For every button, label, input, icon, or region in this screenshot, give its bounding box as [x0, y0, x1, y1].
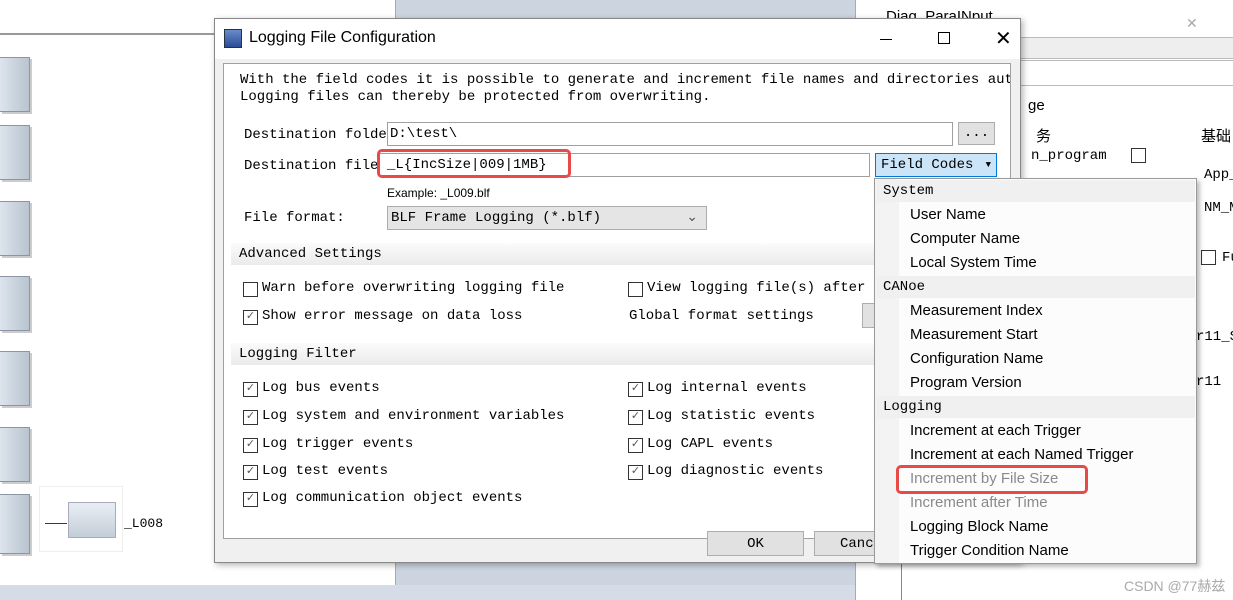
- group-title: 务: [1036, 128, 1052, 145]
- block-label: _L008: [124, 516, 164, 531]
- checkbox-label: Log bus events: [262, 380, 380, 396]
- label: ge: [1028, 97, 1045, 114]
- filter-checkbox[interactable]: ✓: [243, 410, 258, 425]
- menu-group-header: System: [877, 180, 1195, 202]
- filter-checkbox[interactable]: ✓: [243, 465, 258, 480]
- menu-item-increment-after-time[interactable]: Increment after Time: [910, 491, 1048, 515]
- block-tile[interactable]: [0, 427, 30, 482]
- label: Fu: [1222, 250, 1233, 266]
- menu-item-logging-block-name[interactable]: Logging Block Name: [910, 515, 1048, 539]
- block-tile[interactable]: [0, 57, 30, 112]
- dialog-title: Logging File Configuration: [249, 29, 436, 46]
- menu-item-trigger-condition-name[interactable]: Trigger Condition Name: [910, 539, 1069, 563]
- highlight-box: [896, 465, 1088, 494]
- menu-item-configuration-name[interactable]: Configuration Name: [910, 347, 1043, 371]
- destination-folder-input[interactable]: D:\test\: [387, 122, 953, 146]
- checkbox-label: Log communication object events: [262, 490, 523, 506]
- logging-block[interactable]: [39, 486, 123, 552]
- field-codes-button[interactable]: Field Codes ▼: [875, 153, 997, 177]
- chevron-down-icon: ⌄: [686, 210, 698, 226]
- field-codes-label: Field Codes: [881, 157, 974, 173]
- filter-checkbox[interactable]: ✓: [243, 382, 258, 397]
- label: n_program: [1031, 148, 1107, 164]
- minimize-icon[interactable]: [880, 39, 892, 40]
- menu-item-increment-named-trigger[interactable]: Increment at each Named Trigger: [910, 443, 1133, 467]
- highlight-box: [377, 149, 571, 178]
- checkbox-label: Log trigger events: [262, 436, 414, 452]
- global-format-label: Global format settings: [629, 308, 814, 324]
- show-error-checkbox[interactable]: ✓: [243, 310, 258, 325]
- block-tile[interactable]: [0, 351, 30, 406]
- example-text: Example: _L009.blf: [387, 186, 490, 200]
- close-icon[interactable]: ✕: [1186, 16, 1198, 33]
- file-format-value: BLF Frame Logging (*.blf): [391, 210, 602, 226]
- checkbox-label: Log diagnostic events: [647, 463, 824, 479]
- field-codes-menu: System User Name Computer Name Local Sys…: [874, 178, 1197, 564]
- label: App_: [1204, 167, 1233, 183]
- block-tile[interactable]: [0, 276, 30, 331]
- checkbox-label: Warn before overwriting logging file: [262, 280, 565, 296]
- menu-item-measurement-start[interactable]: Measurement Start: [910, 323, 1038, 347]
- menu-item-user-name[interactable]: User Name: [910, 203, 986, 227]
- dropdown-arrow-icon: ▼: [985, 160, 991, 170]
- block-tile[interactable]: [0, 201, 30, 256]
- checkbox[interactable]: [1131, 148, 1146, 163]
- menu-item-computer-name[interactable]: Computer Name: [910, 227, 1020, 251]
- checkbox-label: Log system and environment variables: [262, 408, 565, 424]
- warn-overwrite-checkbox[interactable]: [243, 282, 258, 297]
- maximize-icon[interactable]: [938, 32, 950, 44]
- menu-item-program-version[interactable]: Program Version: [910, 371, 1022, 395]
- checkbox-label: Log CAPL events: [647, 436, 774, 452]
- menu-item-measurement-index[interactable]: Measurement Index: [910, 299, 1043, 323]
- block-tile[interactable]: [0, 125, 30, 180]
- file-format-label: File format:: [244, 210, 345, 226]
- description-text: With the field codes it is possible to g…: [240, 72, 1010, 88]
- filter-checkbox[interactable]: ✓: [243, 492, 258, 507]
- menu-item-local-system-time[interactable]: Local System Time: [910, 251, 1037, 275]
- filter-checkbox[interactable]: ✓: [243, 438, 258, 453]
- checkbox-label: Log statistic events: [647, 408, 816, 424]
- checkbox-label: View logging file(s) after me: [647, 280, 891, 296]
- folder-icon: [68, 502, 116, 538]
- filter-checkbox[interactable]: ✓: [628, 382, 643, 397]
- status-strip: [0, 585, 855, 600]
- arrow-icon: [45, 523, 67, 524]
- label: r11_SI: [1196, 329, 1233, 345]
- label: NM_M: [1204, 200, 1233, 216]
- toolbar: [1016, 37, 1233, 59]
- label: r11: [1196, 374, 1222, 390]
- menu-item-increment-each-trigger[interactable]: Increment at each Trigger: [910, 419, 1081, 443]
- checkbox-label: Log test events: [262, 463, 389, 479]
- input-field[interactable]: [1016, 60, 1233, 86]
- destination-file-label: Destination file:: [244, 158, 387, 174]
- destination-folder-label: Destination folder: [244, 127, 396, 143]
- dialog-icon: [224, 29, 242, 48]
- checkbox-label: Log internal events: [647, 380, 807, 396]
- menu-group-header: CANoe: [877, 276, 1195, 298]
- view-logging-file-checkbox[interactable]: [628, 282, 643, 297]
- menu-group-header: Logging: [877, 396, 1195, 418]
- menu-gutter: [875, 179, 899, 563]
- filter-checkbox[interactable]: ✓: [628, 438, 643, 453]
- filter-checkbox[interactable]: ✓: [628, 410, 643, 425]
- file-format-select[interactable]: BLF Frame Logging (*.blf) ⌄: [387, 206, 707, 230]
- browse-button[interactable]: ...: [958, 122, 995, 145]
- checkbox[interactable]: [1201, 250, 1216, 265]
- checkbox-label: Show error message on data loss: [262, 308, 523, 324]
- description-text: Logging files can thereby be protected f…: [240, 89, 711, 105]
- close-icon[interactable]: ✕: [995, 26, 1012, 51]
- title-bar: Logging File Configuration ✕: [215, 19, 1020, 59]
- ok-button[interactable]: OK: [707, 531, 804, 556]
- filter-checkbox[interactable]: ✓: [628, 465, 643, 480]
- group-title: 基础: [1201, 128, 1232, 145]
- watermark: CSDN @77赫兹: [1124, 578, 1226, 594]
- block-tile[interactable]: [0, 494, 30, 554]
